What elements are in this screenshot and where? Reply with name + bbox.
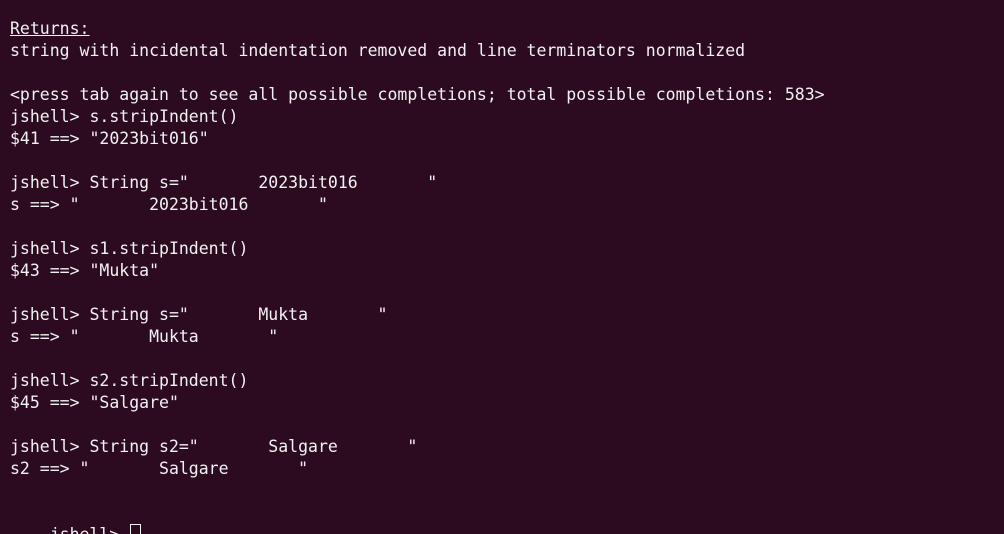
terminal-window[interactable]: Returns: string with incidental indentat…	[0, 0, 1004, 534]
result-line: $43 ==> "Mukta"	[10, 261, 160, 280]
result-line: $45 ==> "Salgare"	[10, 393, 179, 412]
doc-returns-heading: Returns:	[10, 19, 90, 38]
terminal-output: Returns: string with incidental indentat…	[10, 18, 1004, 502]
result-line: $41 ==> "2023bit016"	[10, 129, 209, 148]
command-line: jshell> String s=" Mukta "	[10, 305, 388, 324]
completion-hint: <press tab again to see all possible com…	[10, 85, 825, 104]
command-line: jshell> s1.stripIndent()	[10, 239, 249, 258]
result-line: s2 ==> " Salgare "	[10, 459, 309, 478]
shell-prompt: jshell>	[50, 525, 129, 534]
command-line: jshell> s.stripIndent()	[10, 107, 239, 126]
active-prompt-line[interactable]: jshell>	[10, 502, 1004, 534]
command-line: jshell> s2.stripIndent()	[10, 371, 249, 390]
result-line: s ==> " Mukta "	[10, 327, 279, 346]
command-line: jshell> String s=" 2023bit016 "	[10, 173, 438, 192]
doc-returns-description: string with incidental indentation remov…	[10, 41, 746, 60]
command-line: jshell> String s2=" Salgare "	[10, 437, 418, 456]
result-line: s ==> " 2023bit016 "	[10, 195, 328, 214]
text-cursor[interactable]	[130, 524, 142, 534]
